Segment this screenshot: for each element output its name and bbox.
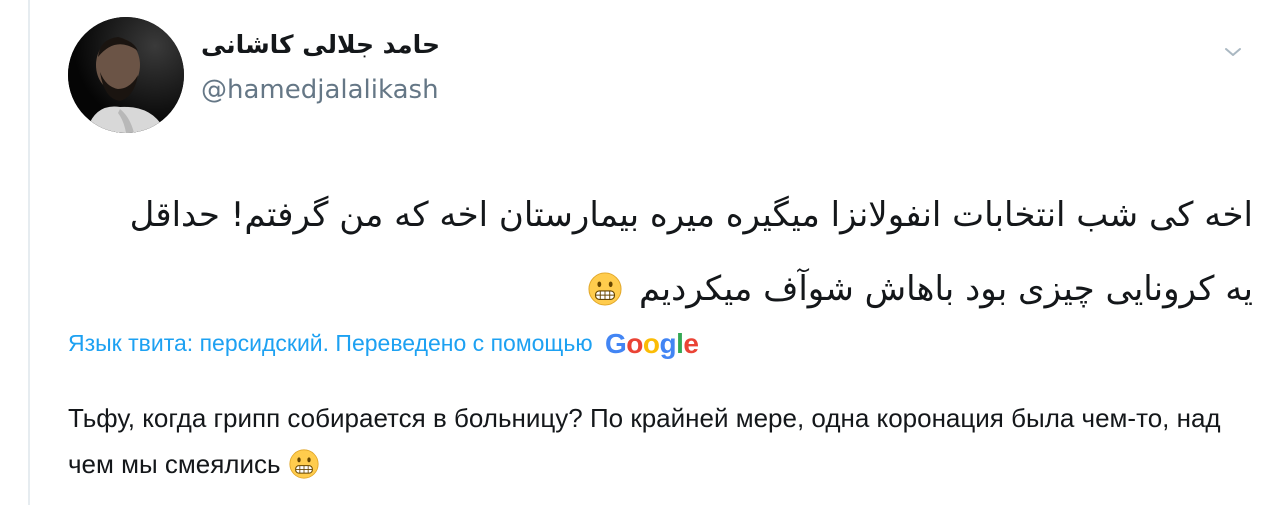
google-logo-letter: o	[642, 328, 660, 359]
avatar[interactable]	[68, 17, 184, 133]
google-logo-letter: G	[604, 328, 627, 359]
grimacing-face-icon	[588, 258, 622, 306]
tweet-translated-text: Тьфу, когда грипп собирается в больницу?…	[68, 395, 1238, 487]
author-name[interactable]: حامد جلالی کاشانی	[201, 30, 440, 59]
tweet-original-text: اخه کی شب انتخابات انفولانزا میگیره میره…	[60, 178, 1253, 326]
chevron-down-icon[interactable]	[1223, 44, 1243, 60]
google-logo-letter: e	[683, 328, 699, 359]
google-logo-letter: g	[659, 328, 677, 359]
tweet-original-line-1: اخه کی شب انتخابات انفولانزا میگیره میره…	[129, 195, 1253, 235]
google-logo-letter: o	[626, 328, 643, 359]
translated-text: Тьфу, когда грипп собирается в больницу?…	[68, 403, 1221, 479]
translation-attribution[interactable]: Язык твита: персидский. Переведено с пом…	[68, 328, 699, 360]
tweet-original-line-2: یه کرونایی چیزی بود باهاش شوآف میکردیم	[60, 252, 1253, 326]
grimacing-face-icon	[288, 447, 319, 479]
left-border	[28, 0, 30, 505]
author-handle[interactable]: @hamedjalalikash	[201, 75, 439, 105]
translation-label: Язык твита: персидский. Переведено с пом…	[68, 330, 593, 356]
google-logo: Google	[604, 328, 699, 359]
tweet-original-line-2-text: یه کرونایی چیزی بود باهاش شوآف میکردیم	[639, 269, 1253, 309]
